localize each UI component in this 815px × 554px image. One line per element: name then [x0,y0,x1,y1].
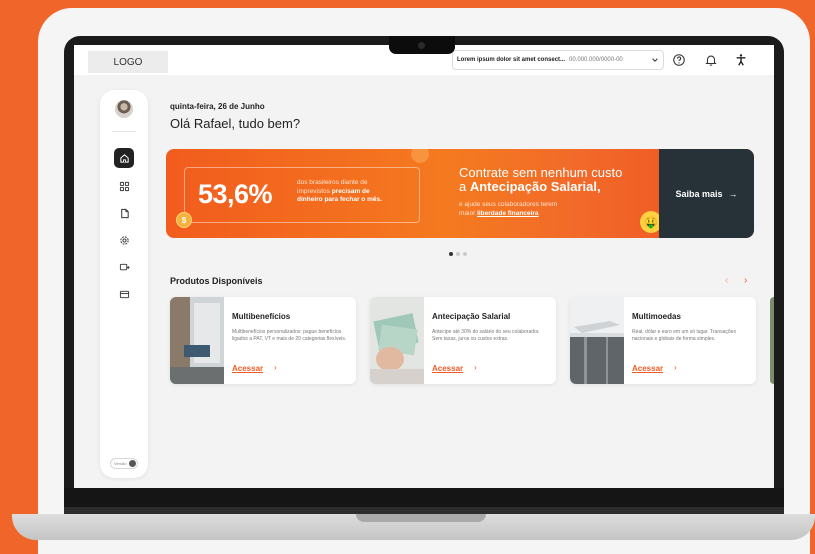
chevron-down-icon [652,58,658,62]
accessibility-icon[interactable] [734,53,748,67]
stat-line-1: dos brasileiros diante de [297,179,368,186]
product-description: Multibenefícios personalizados: pague be… [232,329,347,342]
coin-icon: $ [176,212,192,228]
product-card-multimoedas[interactable]: Multimoedas Real, dólar e euro em um só … [570,297,756,384]
carousel-dot[interactable] [463,252,467,256]
product-card-multibeneficios[interactable]: Multibenefícios Multibenefícios personal… [170,297,356,384]
acessar-link[interactable]: Acessar [232,364,263,373]
headline-line-1: Contrate sem nenhum custo [459,165,623,180]
document-icon [120,208,129,218]
banner-stat-text: dos brasileiros diante de imprevistos pr… [297,179,409,205]
acessar-link[interactable]: Acessar [432,364,463,373]
chevron-right-icon[interactable]: › [744,275,747,286]
product-description: Real, dólar e euro em um só lugar. Trans… [632,329,736,342]
headline-line-2a: a [459,179,470,194]
badge-dot [129,460,136,467]
grid-icon [119,181,129,191]
carousel-dot[interactable] [449,252,453,256]
wallet-icon [119,290,129,298]
saiba-mais-button[interactable]: Saiba mais → [659,149,754,238]
sub-line-1: e ajude seus colaboradores terem [459,201,558,208]
sidebar-item-transfers[interactable] [114,257,134,277]
current-date: quinta-feira, 26 de Junho [170,102,265,111]
sidebar-divider [112,131,136,132]
laptop-hinge [356,514,486,522]
acessar-link[interactable]: Acessar [632,364,663,373]
banner-headline: Contrate sem nenhum custo a Antecipação … [459,166,622,194]
camera-icon [418,42,425,49]
carousel-dot[interactable] [456,252,460,256]
app-screen: LOGO Lorem ipsum dolor sit amet consect.… [74,45,774,488]
sidebar: Versão [100,90,148,478]
company-name: Lorem ipsum dolor sit amet consect... [457,57,566,63]
chevron-right-icon[interactable]: › [474,363,477,372]
version-badge: Versão [110,458,138,469]
product-description: Antecipe até 30% do salário do seu colab… [432,329,540,342]
banner-subtext: e ajude seus colaboradores terem maior l… [459,200,557,218]
product-title: Antecipação Salarial [432,312,511,321]
home-icon [119,153,129,163]
help-icon[interactable] [672,53,686,67]
chevron-right-icon[interactable]: › [274,363,277,372]
stat-line-3: dinheiro para fechar o mês. [297,196,382,203]
settings-icon [119,235,129,245]
stat-line-2a: imprevistos [297,187,332,195]
sub-line-2a: maior [459,210,478,217]
arrow-right-icon: → [728,188,738,199]
saiba-mais-label: Saiba mais [675,188,723,199]
version-badge-text: Versão [114,461,127,466]
chevron-right-icon[interactable]: › [674,363,677,372]
product-title: Multibenefícios [232,312,291,321]
product-title: Multimoedas [632,312,681,321]
next-product-card-peek[interactable] [770,297,774,384]
sidebar-item-wallet[interactable] [114,284,134,304]
logo: LOGO [88,51,168,73]
sidebar-item-home[interactable] [114,148,134,168]
sidebar-item-products[interactable] [114,176,134,196]
company-cnpj: 00.000.000/0000-00 [569,57,623,63]
stat-line-2b: precisam de [331,187,370,195]
product-image [570,297,624,384]
headline-line-2b: Antecipação Salarial, [469,179,601,194]
banner-percent: 53,6% [198,179,273,209]
laptop-stripe [64,507,784,514]
camera-notch [389,36,455,54]
coin-decoration [411,149,429,163]
card-transfer-icon [119,263,130,270]
avatar[interactable] [115,100,133,118]
product-image [370,297,424,384]
product-card-antecipacao-salarial[interactable]: Antecipação Salarial Antecipe até 30% do… [370,297,556,384]
chevron-left-icon[interactable]: ‹ [725,275,728,286]
carousel-dots [449,252,467,256]
promo-banner[interactable]: $ 53,6% dos brasileiros diante de imprev… [166,149,754,238]
section-title: Produtos Disponíveis [170,276,263,286]
sidebar-item-documents[interactable] [114,203,134,223]
sub-line-2b: liberdade financeira [477,210,539,217]
bell-icon[interactable] [704,53,718,67]
greeting-text: Olá Rafael, tudo bem? [170,116,301,131]
product-image [170,297,224,384]
sidebar-item-settings[interactable] [114,230,134,250]
company-select[interactable]: Lorem ipsum dolor sit amet consect... 00… [452,50,664,70]
